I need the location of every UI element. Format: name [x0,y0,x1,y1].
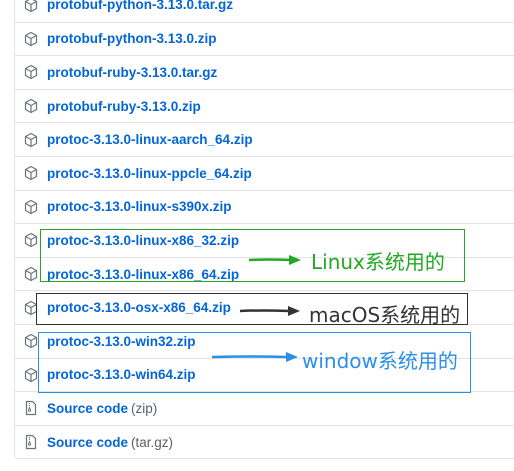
source-ext: (tar.gz) [131,434,174,450]
package-icon [22,231,40,249]
linux-arrow-icon [248,255,301,265]
asset-link[interactable]: protobuf-ruby-3.13.0.tar.gz [47,65,217,80]
macos-note: macOS系统用的 [309,303,461,327]
source-row[interactable]: Source code (tar.gz) [15,424,514,459]
asset-row[interactable]: protobuf-ruby-3.13.0.zip [15,88,514,123]
macos-arrow-icon [239,306,300,316]
package-icon [22,30,40,48]
windows-arrow-icon [211,352,298,362]
source-row[interactable]: Source code (zip) [15,391,514,425]
source-code-zip-link[interactable]: Source code (zip) [47,401,157,416]
asset-row[interactable]: protoc-3.13.0-linux-s390x.zip [15,189,514,224]
asset-link[interactable]: protoc-3.13.0-linux-aarch_64.zip [47,132,253,147]
package-icon [22,63,40,81]
asset-link[interactable]: protobuf-python-3.13.0.zip [47,31,217,46]
file-zip-icon [22,399,40,417]
package-icon [22,265,40,283]
package-icon [22,198,40,216]
package-icon [22,164,40,182]
asset-row[interactable]: protobuf-python-3.13.0.zip [15,21,514,56]
asset-link[interactable]: protobuf-ruby-3.13.0.zip [47,99,201,114]
asset-link[interactable]: protobuf-python-3.13.0.tar.gz [47,0,233,12]
asset-row[interactable]: protoc-3.13.0-linux-ppcle_64.zip [15,155,514,190]
package-icon [22,0,40,14]
asset-link[interactable]: protoc-3.13.0-linux-ppcle_64.zip [47,166,252,181]
source-ext: (zip) [131,400,158,416]
asset-row[interactable]: protobuf-python-3.13.0.tar.gz [15,0,514,22]
windows-note: window系统用的 [302,349,458,373]
package-icon [22,131,40,149]
source-code-tar-link[interactable]: Source code (tar.gz) [47,435,173,450]
linux-note: Linux系统用的 [311,250,445,274]
asset-row[interactable]: protoc-3.13.0-linux-aarch_64.zip [15,122,514,156]
package-icon [22,97,40,115]
file-zip-icon [22,433,40,451]
asset-row[interactable]: protobuf-ruby-3.13.0.tar.gz [15,55,514,89]
source-label: Source code [47,400,129,416]
asset-link[interactable]: protoc-3.13.0-linux-s390x.zip [47,199,232,214]
source-label: Source code [47,434,129,450]
